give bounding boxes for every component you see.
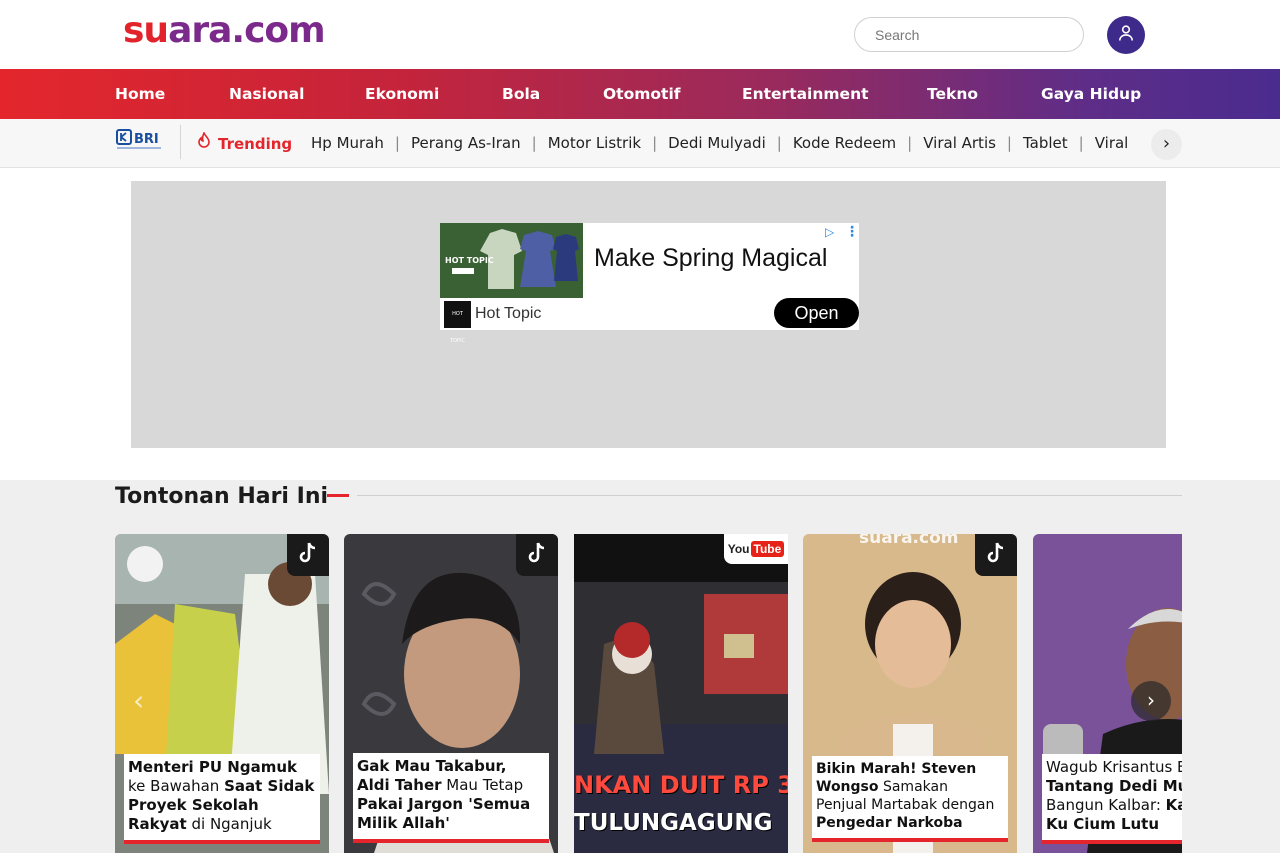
trending-item[interactable]: Viral (1095, 134, 1129, 152)
trending-separator: | (394, 134, 400, 152)
carousel-prev-icon[interactable]: ‹ (133, 684, 144, 717)
main-navigation: Home Nasional Ekonomi Bola Otomotif Ente… (0, 69, 1280, 119)
carousel-next-button[interactable]: › (1131, 681, 1171, 721)
user-account-button[interactable] (1107, 16, 1145, 54)
trending-item[interactable]: Motor Listrik (548, 134, 641, 152)
video-thumbnail (574, 534, 788, 853)
youtube-badge: You Tube (724, 534, 788, 564)
nav-nasional[interactable]: Nasional (229, 69, 304, 119)
search-input[interactable] (854, 17, 1084, 52)
tiktok-badge (516, 534, 558, 576)
nav-ekonomi[interactable]: Ekonomi (365, 69, 439, 119)
advertisement[interactable]: HOT TOPIC Make Spring Magical ▷ ⋮ HOT TO… (440, 223, 859, 344)
ad-open-button[interactable]: Open (774, 298, 859, 328)
video-card[interactable]: YouTube NKAN DUIT RP 335 TULUNGAGUNG (574, 534, 788, 853)
tiktok-icon (526, 541, 548, 569)
nav-entertainment[interactable]: Entertainment (742, 69, 869, 119)
ad-image[interactable]: HOT TOPIC (440, 223, 583, 298)
fire-icon (197, 120, 211, 168)
trending-item[interactable]: Hp Murah (311, 134, 384, 152)
nav-otomotif[interactable]: Otomotif (603, 69, 681, 119)
tiktok-icon (985, 541, 1007, 569)
youtube-icon: You Tube (728, 541, 785, 557)
trending-item[interactable]: Dedi Mulyadi (668, 134, 766, 152)
trending-separator: | (652, 134, 658, 152)
user-icon (1117, 24, 1135, 46)
section-divider (357, 495, 1182, 496)
video-caption: Wagub Krisantus B Tantang Dedi Mul Bangu… (1042, 754, 1182, 844)
watermark-text: suara.com (859, 534, 959, 548)
video-caption: Menteri PU Ngamuk ke Bawahan Saat Sidak … (124, 754, 320, 844)
nav-bola[interactable]: Bola (502, 69, 540, 119)
ad-brand-name: Hot Topic (475, 305, 542, 322)
trending-item[interactable]: Tablet (1023, 134, 1068, 152)
tiktok-icon (297, 541, 319, 569)
video-carousel: ‹ Menteri PU Ngamuk ke Bawahan Saat Sida… (115, 534, 1182, 853)
video-caption: Gak Mau Takabur, Aldi Taher Mau Tetap Pa… (353, 753, 549, 843)
logo-part-2: ara.com (168, 10, 326, 51)
bri-sponsor-logo[interactable]: BRI (116, 128, 162, 152)
chevron-right-icon: › (1147, 688, 1155, 712)
trending-item[interactable]: Kode Redeem (793, 134, 896, 152)
trending-separator: | (1078, 134, 1084, 152)
top-header: suara.com (0, 0, 1280, 69)
trending-separator: | (776, 134, 782, 152)
video-overlay-text: TULUNGAGUNG (574, 810, 773, 836)
ad-image-text: HOT TOPIC (445, 256, 494, 265)
nav-gaya-hidup[interactable]: Gaya Hidup (1041, 69, 1141, 119)
tiktok-badge (287, 534, 329, 576)
ad-title[interactable]: Make Spring Magical (594, 244, 827, 273)
video-overlay-text: NKAN DUIT RP 335 (574, 771, 788, 799)
trending-next-button[interactable]: › (1151, 129, 1182, 160)
ad-menu-icon[interactable]: ⋮ (845, 224, 859, 240)
section-title-accent (327, 494, 349, 497)
bri-logo-text: BRI (134, 132, 159, 147)
trending-item[interactable]: Perang As-Iran (411, 134, 521, 152)
trending-separator: | (531, 134, 537, 152)
trending-item[interactable]: Viral Artis (923, 134, 996, 152)
ad-brand-logo: HOT TOPIC (444, 301, 471, 344)
section-title: Tontonan Hari Ini (115, 484, 329, 509)
trending-list: Hp Murah | Perang As-Iran | Motor Listrik | De… (311, 119, 1149, 168)
trending-separator: | (1006, 134, 1012, 152)
nav-tekno[interactable]: Tekno (927, 69, 978, 119)
trending-label-text: Trending (218, 134, 293, 153)
trending-label[interactable]: Trending (197, 119, 292, 168)
chevron-right-icon: › (1162, 133, 1171, 154)
tiktok-badge (975, 534, 1017, 576)
trending-bar: BRI Trending Hp Murah | Perang As-Iran | Mot… (0, 119, 1280, 168)
logo-part-1: su (123, 10, 169, 51)
site-logo[interactable]: suara.com (123, 9, 326, 53)
nav-home[interactable]: Home (115, 69, 165, 119)
trending-divider (180, 125, 181, 159)
video-caption: Bikin Marah! Steven Wongso Samakan Penju… (812, 756, 1008, 842)
video-card[interactable]: suara.com Bikin Marah! Steven Wongso Sam… (803, 534, 1017, 853)
trending-separator: | (907, 134, 913, 152)
video-card[interactable]: ‹ Menteri PU Ngamuk ke Bawahan Saat Sida… (115, 534, 329, 853)
video-section: Tontonan Hari Ini ‹ Menteri PU Ngamuk ke… (0, 480, 1280, 853)
video-card[interactable]: Gak Mau Takabur, Aldi Taher Mau Tetap Pa… (344, 534, 558, 853)
adchoices-icon[interactable]: ▷ (825, 225, 834, 239)
